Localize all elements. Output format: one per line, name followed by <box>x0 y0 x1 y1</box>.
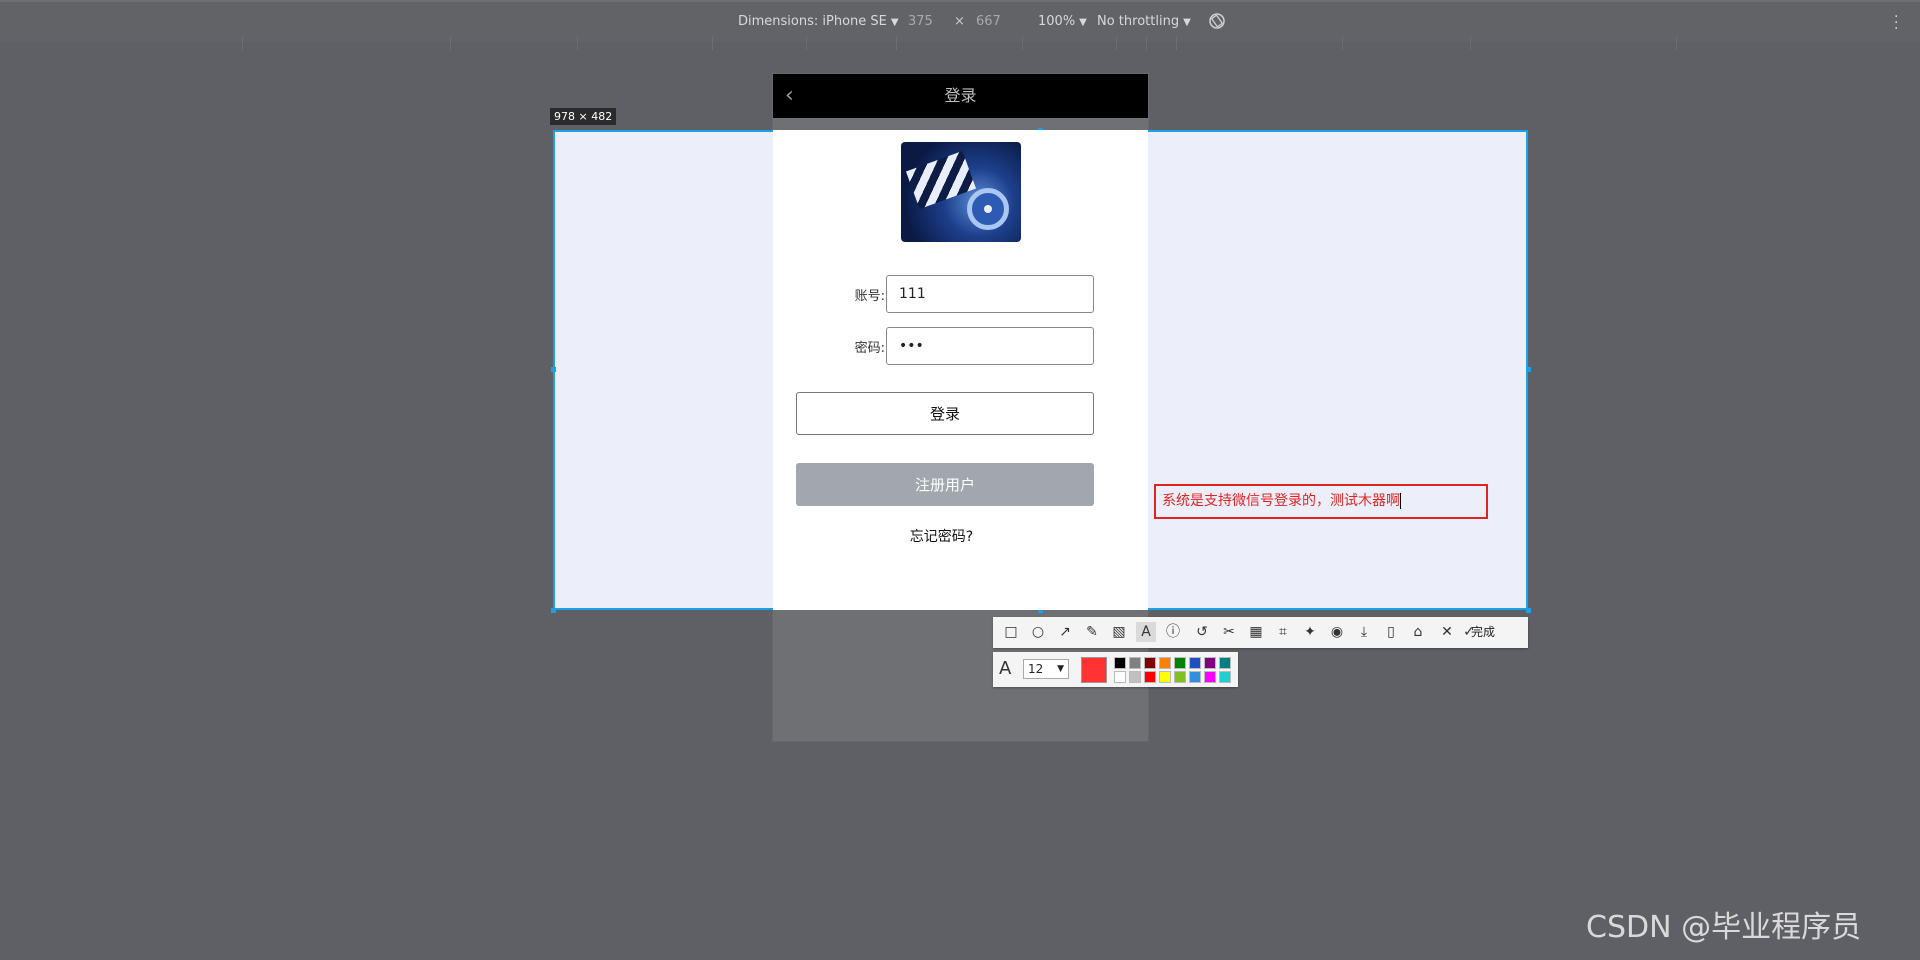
close-icon[interactable]: ✕ <box>1437 622 1457 642</box>
color-swatch[interactable] <box>1219 657 1231 669</box>
more-options-icon[interactable]: · · · <box>1894 10 1898 36</box>
resize-handle[interactable] <box>1526 367 1531 372</box>
chevron-down-icon: ▼ <box>1057 664 1064 674</box>
text-annotation-box[interactable]: 系统是支持微信号登录的，测试木器啊 <box>1154 484 1488 519</box>
pin-icon[interactable]: ✦ <box>1300 622 1320 642</box>
app-header: ‹ 登录 <box>773 74 1148 118</box>
password-row: 密码: <box>773 327 1148 367</box>
record-icon[interactable]: ◉ <box>1327 622 1347 642</box>
color-swatch[interactable] <box>1174 657 1186 669</box>
media-query-ruler <box>0 36 1920 52</box>
mosaic-tool-icon[interactable]: ▧ <box>1109 622 1129 642</box>
film-reel-icon <box>967 188 1009 230</box>
scan-icon[interactable]: ⌗ <box>1273 622 1293 642</box>
password-label: 密码: <box>854 341 885 356</box>
rectangle-tool-icon[interactable]: □ <box>1001 622 1021 642</box>
dimensions-label: Dimensions: iPhone SE <box>738 14 887 29</box>
devtools-device-toolbar: Dimensions: iPhone SE ▼ 375 × 667 100% ▼ N… <box>0 0 1920 50</box>
movie-logo-image <box>901 142 1021 242</box>
ellipse-tool-icon[interactable]: ○ <box>1028 622 1048 642</box>
cut-icon[interactable]: ✂ <box>1219 622 1239 642</box>
phone-icon[interactable]: ▯ <box>1381 622 1401 642</box>
download-icon[interactable]: ⤓ <box>1354 622 1374 642</box>
header-title: 登录 <box>944 86 977 105</box>
arrow-tool-icon[interactable]: ↗ <box>1055 622 1075 642</box>
resize-handle[interactable] <box>551 367 556 372</box>
pen-tool-icon[interactable]: ✎ <box>1082 622 1102 642</box>
annotation-text: 系统是支持微信号登录的，测试木器啊 <box>1162 493 1400 509</box>
text-tool-icon[interactable]: A <box>1136 622 1156 642</box>
csdn-watermark: CSDN @毕业程序员 <box>1586 910 1862 945</box>
zoom-label: 100% <box>1038 14 1076 29</box>
rotate-icon[interactable] <box>1208 12 1226 30</box>
font-size-select[interactable]: 12 ▼ <box>1023 659 1069 679</box>
color-swatch[interactable] <box>1204 671 1216 683</box>
chevron-down-icon: ▼ <box>1079 17 1087 28</box>
text-style-bar: A 12 ▼ <box>993 652 1238 687</box>
color-swatch[interactable] <box>1144 671 1156 683</box>
font-size-value: 12 <box>1028 662 1044 676</box>
translate-icon[interactable]: ▦ <box>1246 622 1266 642</box>
forgot-password-link[interactable]: 忘记密码? <box>773 526 1110 546</box>
color-swatch[interactable] <box>1159 671 1171 683</box>
dimensions-dropdown[interactable]: Dimensions: iPhone SE ▼ <box>738 14 899 29</box>
register-button[interactable]: 注册用户 <box>796 463 1094 506</box>
account-row: 账号: <box>773 275 1148 315</box>
login-button[interactable]: 登录 <box>796 392 1094 435</box>
color-swatch[interactable] <box>1174 671 1186 683</box>
color-swatch[interactable] <box>1219 671 1231 683</box>
width-input[interactable]: 375 <box>908 14 933 29</box>
bookmark-icon[interactable]: ⌂ <box>1408 622 1428 642</box>
selection-size-label: 978 × 482 <box>550 108 617 125</box>
account-label: 账号: <box>854 289 885 304</box>
account-input[interactable] <box>886 275 1094 313</box>
color-swatch[interactable] <box>1204 657 1216 669</box>
number-tool-icon[interactable]: ⓘ <box>1163 622 1183 642</box>
color-swatch[interactable] <box>1189 671 1201 683</box>
back-arrow-icon[interactable]: ‹ <box>785 74 794 118</box>
text-cursor <box>1400 493 1401 509</box>
color-swatch[interactable] <box>1114 671 1126 683</box>
color-swatch[interactable] <box>1159 657 1171 669</box>
password-input[interactable] <box>886 327 1094 365</box>
times-sign: × <box>954 14 965 29</box>
resize-handle[interactable] <box>1526 608 1531 613</box>
done-button[interactable]: 完成 <box>1471 623 1495 640</box>
zoom-dropdown[interactable]: 100% ▼ <box>1038 14 1087 29</box>
chevron-down-icon: ▼ <box>1183 17 1191 28</box>
throttling-dropdown[interactable]: No throttling ▼ <box>1097 14 1191 29</box>
current-color-swatch[interactable] <box>1081 657 1107 683</box>
color-swatch[interactable] <box>1129 657 1141 669</box>
throttling-label: No throttling <box>1097 14 1180 29</box>
color-swatch[interactable] <box>1129 671 1141 683</box>
font-icon: A <box>999 658 1012 679</box>
undo-icon[interactable]: ↺ <box>1192 622 1212 642</box>
chevron-down-icon: ▼ <box>890 17 899 28</box>
height-input[interactable]: 667 <box>976 14 1001 29</box>
color-swatch[interactable] <box>1144 657 1156 669</box>
resize-handle[interactable] <box>551 608 556 613</box>
color-swatch[interactable] <box>1114 657 1126 669</box>
color-swatch[interactable] <box>1189 657 1201 669</box>
capture-toolbar: □ ○ ↗ ✎ ▧ A ⓘ ↺ ✂ ▦ ⌗ ✦ ◉ ⤓ ▯ ⌂ ✕ ✓ 完成 <box>993 617 1528 648</box>
login-page: 账号: 密码: 登录 注册用户 忘记密码? <box>773 130 1148 610</box>
clapperboard-icon <box>905 150 977 210</box>
